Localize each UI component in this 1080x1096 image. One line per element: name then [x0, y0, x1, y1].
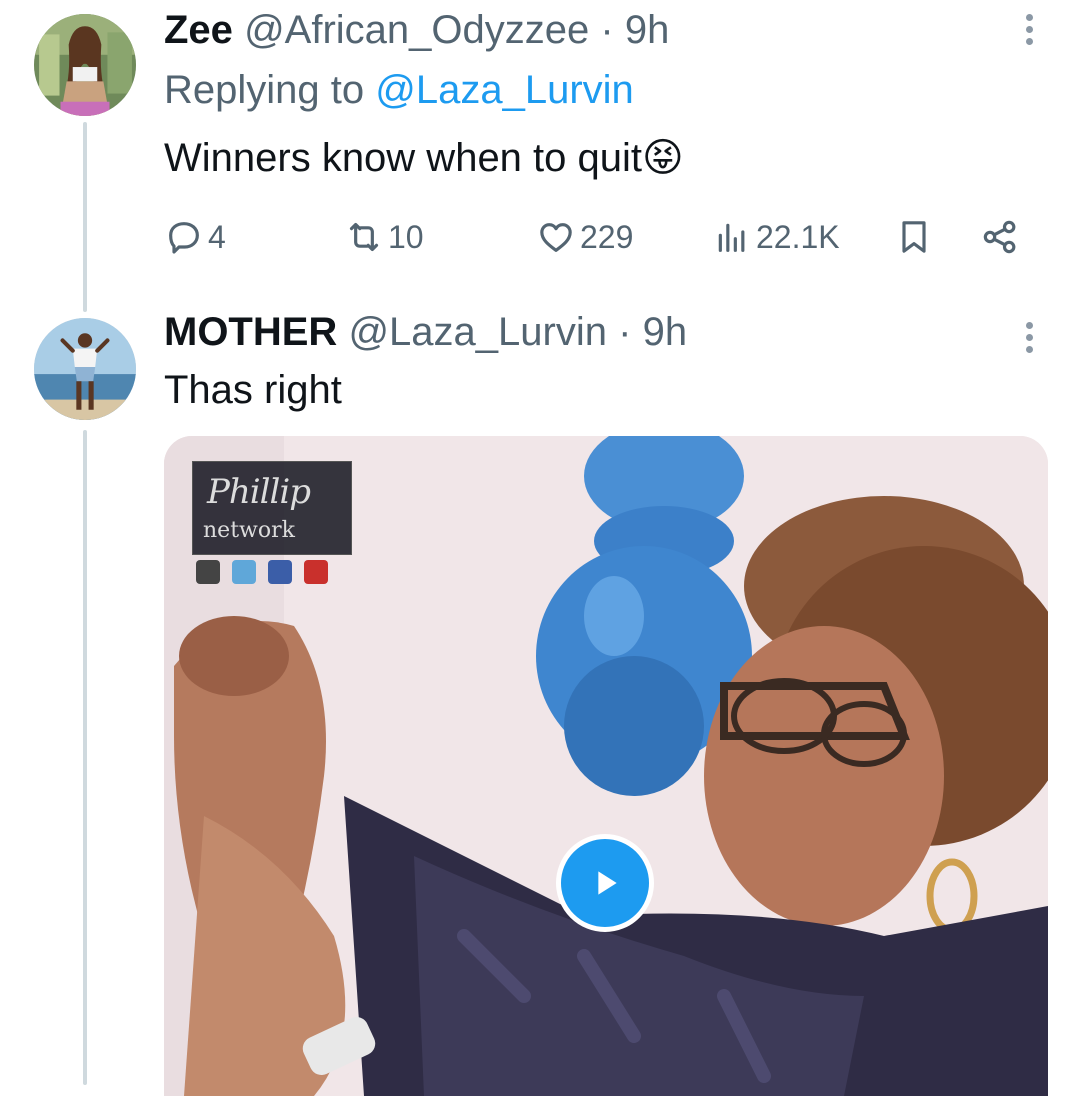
replying-to-label: Replying to: [164, 68, 365, 112]
avatar-mother-image: [34, 318, 136, 420]
separator: ·: [618, 310, 632, 354]
tweet-actions: 4 10 229 22.1K: [164, 212, 1034, 262]
retweet-count: 10: [388, 218, 424, 255]
bookmark-icon: [902, 221, 926, 253]
avatar[interactable]: [34, 318, 136, 420]
replying-to-line: Replying to @Laza_Lurvin: [164, 66, 634, 114]
tweet-text-body: Thas right: [164, 368, 342, 412]
watermark-script: Phillip: [207, 472, 311, 512]
views-count: 22.1K: [756, 218, 840, 255]
tweet-text: Thas right: [164, 366, 342, 414]
video-media[interactable]: Phillip network: [164, 436, 1048, 1096]
handle[interactable]: @African_Odyzzee: [244, 8, 589, 52]
display-name[interactable]: Zee: [164, 8, 233, 52]
timestamp[interactable]: 9h: [643, 310, 688, 354]
more-icon[interactable]: [1023, 14, 1035, 50]
twitter-icon: [232, 560, 256, 584]
views-button[interactable]: 22.1K: [712, 212, 840, 262]
separator: ·: [600, 8, 614, 52]
reply-icon: [169, 222, 199, 254]
replying-to-mention[interactable]: @Laza_Lurvin: [375, 68, 634, 112]
like-button[interactable]: 229: [536, 212, 633, 262]
timestamp[interactable]: 9h: [625, 8, 670, 52]
reply-button[interactable]: 4: [164, 212, 226, 262]
instagram-icon: [196, 560, 220, 584]
views-icon: [718, 223, 745, 252]
watermark-social-icons: [196, 560, 328, 584]
avatar-zee-image: [34, 14, 136, 116]
display-name[interactable]: MOTHER: [164, 310, 337, 354]
tweet-text-body: Winners know when to quit: [164, 136, 643, 180]
tweet-text: Winners know when to quit😝: [164, 134, 684, 182]
tweet-header: MOTHER @Laza_Lurvin · 9h: [164, 308, 687, 356]
youtube-icon: [304, 560, 328, 584]
retweet-button[interactable]: 10: [344, 212, 424, 262]
share-button[interactable]: [980, 212, 1020, 262]
play-button[interactable]: [556, 834, 654, 932]
facebook-icon: [268, 560, 292, 584]
thread-connector-top: [83, 122, 87, 312]
watermark-subtitle: network: [203, 518, 295, 543]
handle[interactable]: @Laza_Lurvin: [348, 310, 607, 354]
play-icon: [598, 871, 617, 895]
more-icon[interactable]: [1023, 322, 1035, 358]
thread-connector-bottom: [83, 430, 87, 1085]
share-icon: [983, 220, 1016, 254]
retweet-icon: [349, 222, 379, 252]
bookmark-button[interactable]: [894, 212, 934, 262]
avatar[interactable]: [34, 14, 136, 116]
reply-count: 4: [208, 218, 226, 255]
like-count: 229: [580, 218, 634, 255]
tweet-header: Zee @African_Odyzzee · 9h: [164, 6, 669, 54]
like-icon: [540, 223, 572, 252]
phillip-network-watermark: Phillip network: [192, 461, 352, 555]
emoji-squinting-tongue: 😝: [642, 135, 684, 181]
